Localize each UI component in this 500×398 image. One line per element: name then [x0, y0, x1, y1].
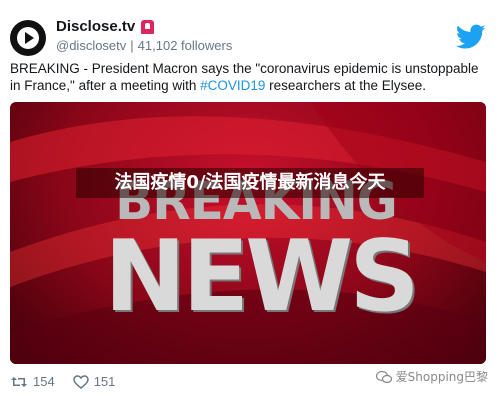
tweet-text: BREAKING - President Macron says the "co… [10, 60, 490, 94]
tweet-image[interactable]: BREAKING NEWS 法国疫情0/法国疫情最新消息今天 [10, 102, 486, 364]
tweet-text-end: researchers at the Elysee. [265, 78, 426, 93]
retweet-action[interactable]: 154 [10, 374, 55, 389]
overlay-caption: 法国疫情0/法国疫情最新消息今天 [76, 168, 424, 198]
hashtag-link[interactable]: #COVID19 [200, 78, 265, 93]
account-name[interactable]: Disclose.tv [56, 18, 135, 35]
separator: | [130, 38, 134, 53]
avatar[interactable] [10, 20, 46, 56]
play-icon [17, 27, 39, 49]
account-handle[interactable]: @disclosetv [56, 38, 126, 53]
twitter-bird-icon[interactable] [456, 24, 486, 50]
retweet-icon [11, 376, 27, 387]
siren-icon [141, 19, 155, 34]
retweet-count: 154 [33, 374, 55, 389]
like-action[interactable]: 151 [72, 374, 116, 389]
watermark: 爱Shopping巴黎 [375, 368, 488, 385]
news-headline: NEWS [104, 220, 420, 334]
tweet-actions: 154 151 [10, 374, 115, 389]
watermark-text: 爱Shopping巴黎 [395, 370, 488, 384]
account-name-row: Disclose.tv [56, 18, 155, 35]
tweet-header: Disclose.tv @disclosetv | 41,102 followe… [10, 14, 490, 56]
wechat-icon [375, 370, 392, 383]
account-meta: @disclosetv | 41,102 followers [56, 38, 232, 53]
heart-icon [72, 374, 89, 389]
like-count: 151 [93, 374, 116, 389]
follower-count: 41,102 followers [137, 38, 233, 53]
